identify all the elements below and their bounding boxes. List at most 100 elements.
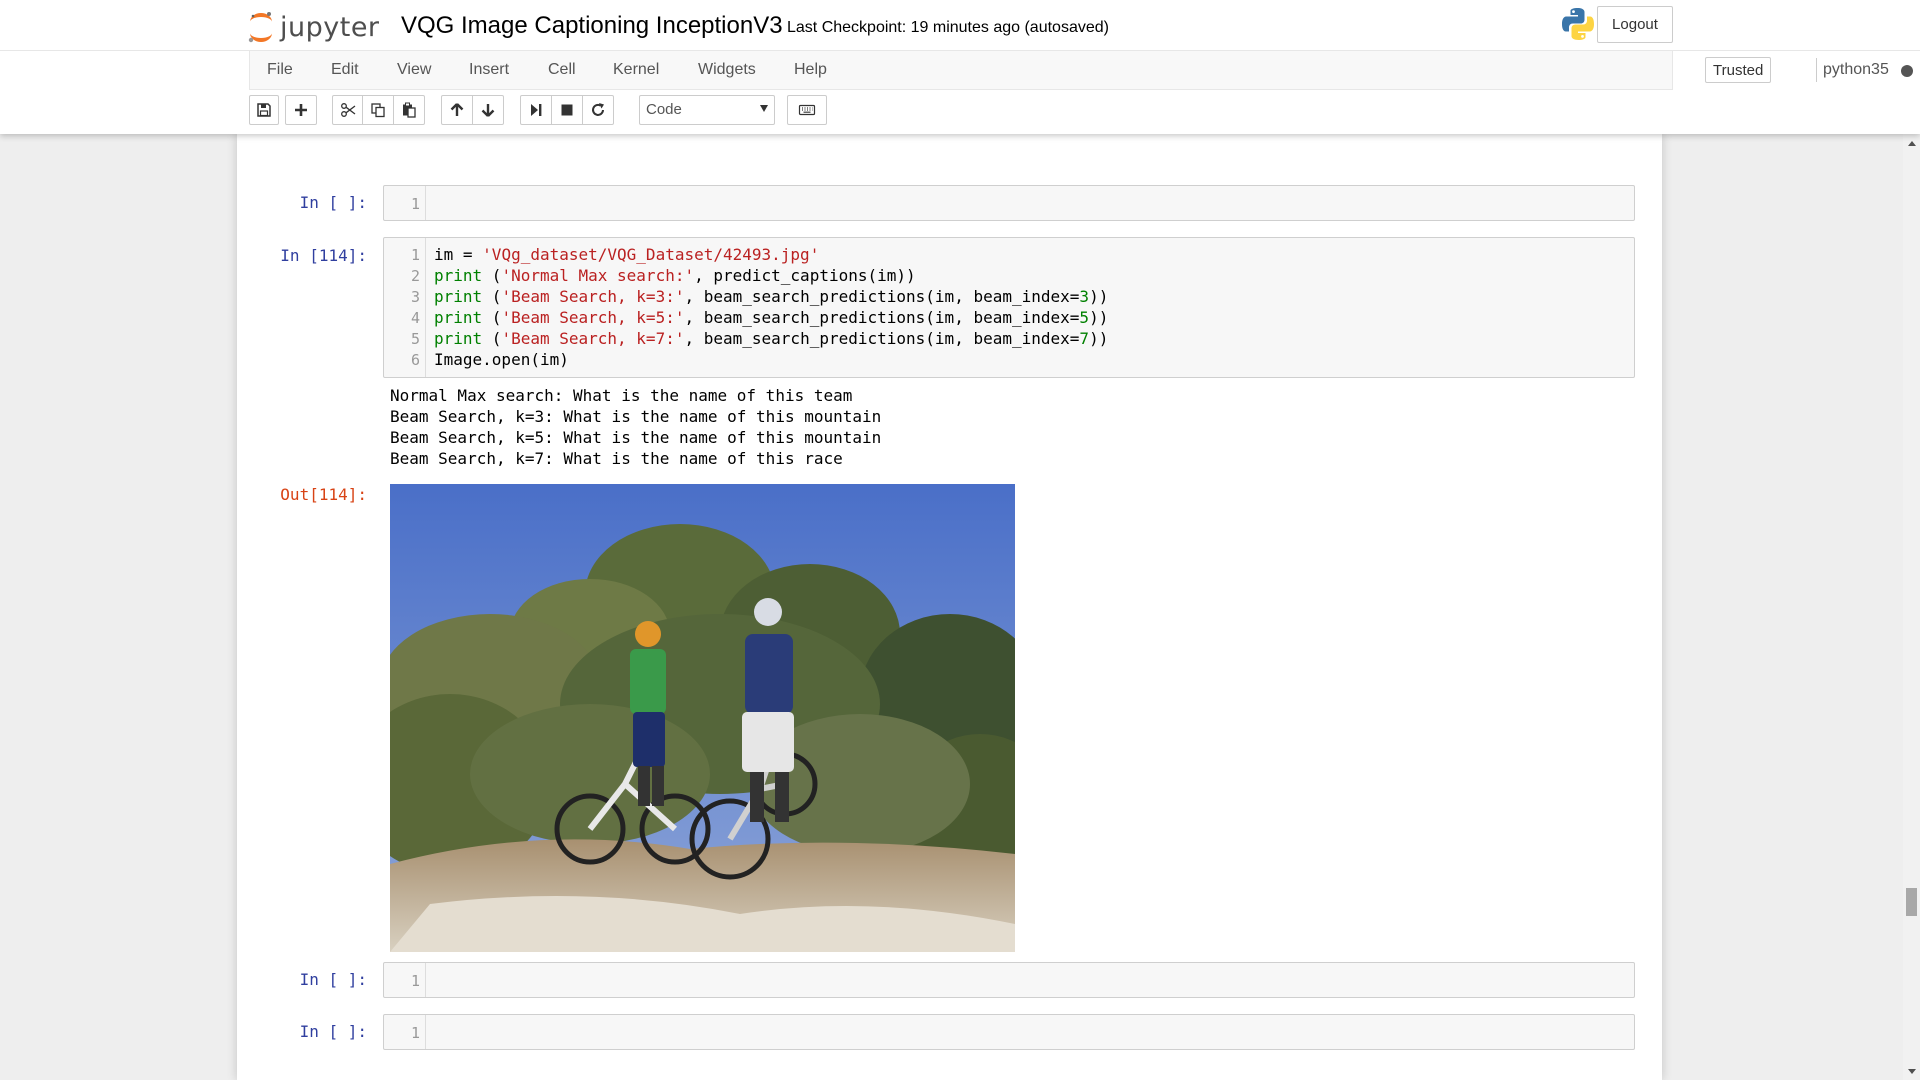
cut-button[interactable] [332,95,363,125]
copy-icon [371,103,385,118]
save-button[interactable] [249,95,279,125]
line-number: 6 [410,351,420,369]
code-string: 'Beam Search, k=3:' [501,287,685,306]
notebook-header: jupyter VQG Image Captioning InceptionV3… [0,0,1920,134]
code-token: )) [1089,308,1109,327]
move-down-button[interactable] [472,95,504,125]
code-token: , beam_search_predictions(im, beam_index… [684,308,1080,327]
stdout-line: Beam Search, k=3: What is the name of th… [390,407,882,426]
page-scrollbar[interactable] [1903,134,1920,1080]
line-number: 5 [410,330,420,348]
menu-help[interactable]: Help [794,61,827,79]
code-cell-input[interactable]: 1 [383,1014,1635,1050]
scrollbar-thumb[interactable] [1906,888,1917,916]
code-number: 3 [1079,287,1090,306]
code-token: ( [482,287,502,306]
menu-file[interactable]: File [267,61,293,79]
code-token: , predict_captions(im)) [694,266,916,285]
restart-kernel-button[interactable] [582,95,614,125]
jupyter-logo[interactable]: jupyter [247,8,380,46]
code-token: )) [1089,287,1109,306]
paste-button[interactable] [393,95,425,125]
code-string: 'VQg_dataset/VQG_Dataset/42493.jpg' [482,245,820,264]
run-cell-button[interactable] [520,95,552,125]
input-prompt: In [114]: [280,246,367,265]
python-logo-icon [1562,8,1594,40]
keyboard-icon [798,104,816,116]
copy-button[interactable] [362,95,394,125]
kernel-status-icon [1901,65,1913,77]
input-prompt: In [ ]: [299,1022,367,1041]
code-line: print ('Beam Search, k=3:', beam_search_… [434,287,1108,306]
arrow-up-icon [450,103,464,116]
line-number-gutter: 1 [384,963,426,997]
line-number: 1 [410,972,420,990]
code-keyword: print [434,308,483,327]
code-line: print ('Normal Max search:', predict_cap… [434,266,916,285]
code-string: 'Normal Max search:' [501,266,695,285]
line-number-gutter: 1 [384,1015,426,1049]
code-cell-input[interactable]: 1 2 3 4 5 6 im = 'VQg_dataset/VQG_Datase… [383,237,1635,378]
line-number-gutter: 1 2 3 4 5 6 [384,238,426,377]
stop-icon [561,104,573,116]
menu-kernel[interactable]: Kernel [613,61,659,79]
code-line: print ('Beam Search, k=5:', beam_search_… [434,308,1108,327]
code-cell-input[interactable]: 1 [383,185,1635,221]
cell-type-select[interactable]: Code [639,95,775,125]
code-token: ( [482,266,502,285]
menu-insert[interactable]: Insert [469,61,509,79]
stdout-line: Beam Search, k=7: What is the name of th… [390,449,843,468]
code-line: print ('Beam Search, k=7:', beam_search_… [434,329,1108,348]
menu-bar: File Edit View Insert Cell Kernel Widget… [249,51,1913,90]
scroll-down-arrow-icon[interactable] [1908,1069,1916,1074]
menu-view[interactable]: View [397,61,431,79]
dropdown-arrow-icon [760,105,768,112]
logout-button[interactable]: Logout [1597,6,1673,43]
output-image [390,484,1015,952]
cell-type-value: Code [646,101,682,118]
code-line: im = 'VQg_dataset/VQG_Dataset/42493.jpg' [434,245,819,264]
code-keyword: print [434,329,483,348]
notebook-title[interactable]: VQG Image Captioning InceptionV3 [401,12,783,40]
input-prompt: In [ ]: [299,970,367,989]
kernel-divider [1816,58,1817,82]
jupyter-logo-text: jupyter [280,11,380,43]
code-keyword: print [434,287,483,306]
stdout-line: Beam Search, k=5: What is the name of th… [390,428,882,447]
line-number: 1 [410,246,420,264]
step-forward-icon [531,104,542,116]
code-line: Image.open(im) [434,350,569,369]
notebook-container: In [ ]: 1 In [114]: 1 2 3 4 5 6 im = 'VQ… [237,134,1662,1080]
interrupt-kernel-button[interactable] [551,95,583,125]
move-up-button[interactable] [441,95,473,125]
checkpoint-status: Last Checkpoint: 19 minutes ago (autosav… [787,19,1109,36]
code-string: 'Beam Search, k=5:' [501,308,685,327]
restart-icon [592,103,604,116]
scroll-up-arrow-icon[interactable] [1908,141,1916,146]
menu-edit[interactable]: Edit [331,61,359,79]
line-number: 3 [410,288,420,306]
line-number: 4 [410,309,420,327]
insert-cell-button[interactable] [285,95,317,125]
code-keyword: print [434,266,483,285]
code-number: 5 [1079,308,1090,327]
paste-icon [403,102,416,118]
code-token: , beam_search_predictions(im, beam_index… [684,287,1080,306]
menu-widgets[interactable]: Widgets [698,61,756,79]
line-number: 1 [410,195,420,213]
line-number: 1 [410,1024,420,1042]
code-token: im = [434,245,483,264]
stdout-line: Normal Max search: What is the name of t… [390,386,853,405]
code-number: 7 [1079,329,1090,348]
cut-icon [340,103,355,117]
code-cell-input[interactable]: 1 [383,962,1635,998]
output-prompt: Out[114]: [280,485,367,504]
save-icon [257,103,271,117]
command-palette-button[interactable] [787,95,827,125]
trusted-indicator[interactable]: Trusted [1705,57,1772,83]
line-number: 2 [410,267,420,285]
kernel-name[interactable]: python35 [1823,61,1889,79]
menu-cell[interactable]: Cell [548,61,576,79]
line-number-gutter: 1 [384,186,426,220]
mountain-bikers-photo [390,484,1015,952]
